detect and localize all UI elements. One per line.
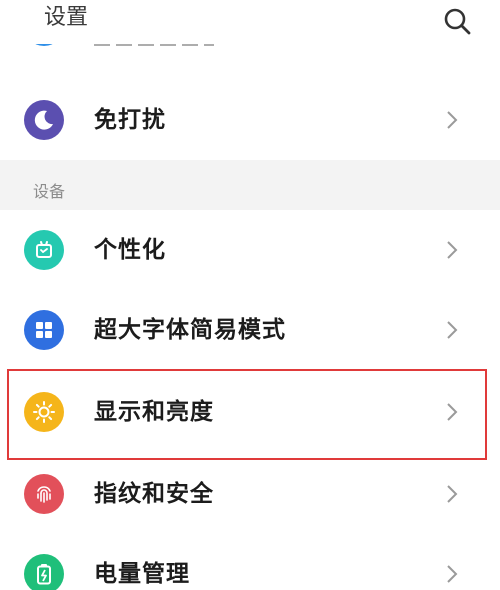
list-item-do-not-disturb[interactable]: 免打扰 xyxy=(0,80,500,160)
chevron-right-icon xyxy=(442,238,462,262)
personalize-icon xyxy=(24,230,64,270)
list-item-display-and-brightness[interactable]: 显示和亮度 xyxy=(0,372,500,452)
list-item-label: 电量管理 xyxy=(94,561,190,587)
sun-icon xyxy=(24,392,64,432)
chevron-right-icon xyxy=(442,562,462,586)
page-title: 设置 xyxy=(44,5,89,30)
list-item-fingerprint-and-security[interactable]: 指纹和安全 xyxy=(0,454,500,534)
list-item-battery-management[interactable]: 电量管理 xyxy=(0,534,500,590)
list-item-label: 指纹和安全 xyxy=(94,481,214,507)
battery-icon xyxy=(24,554,64,590)
list-item-label: 个性化 xyxy=(94,237,166,263)
list-item-label: 免打扰 xyxy=(94,107,166,133)
chevron-right-icon xyxy=(442,482,462,506)
list-item-label: 显示和亮度 xyxy=(94,399,214,425)
list-item-personalization[interactable]: 个性化 xyxy=(0,210,500,290)
fingerprint-icon xyxy=(24,474,64,514)
top-bar: 设置 xyxy=(0,0,500,44)
list-item-label: 超大字体简易模式 xyxy=(94,317,286,343)
section-label: 设备 xyxy=(33,182,66,201)
chevron-right-icon xyxy=(442,318,462,342)
chevron-right-icon xyxy=(442,108,462,132)
list-item-large-font-simple-mode[interactable]: 超大字体简易模式 xyxy=(0,290,500,370)
search-icon[interactable] xyxy=(442,6,472,36)
section-header: 设备 xyxy=(0,160,500,210)
chevron-right-icon xyxy=(442,400,462,424)
grid-icon xyxy=(24,310,64,350)
moon-icon xyxy=(24,100,64,140)
